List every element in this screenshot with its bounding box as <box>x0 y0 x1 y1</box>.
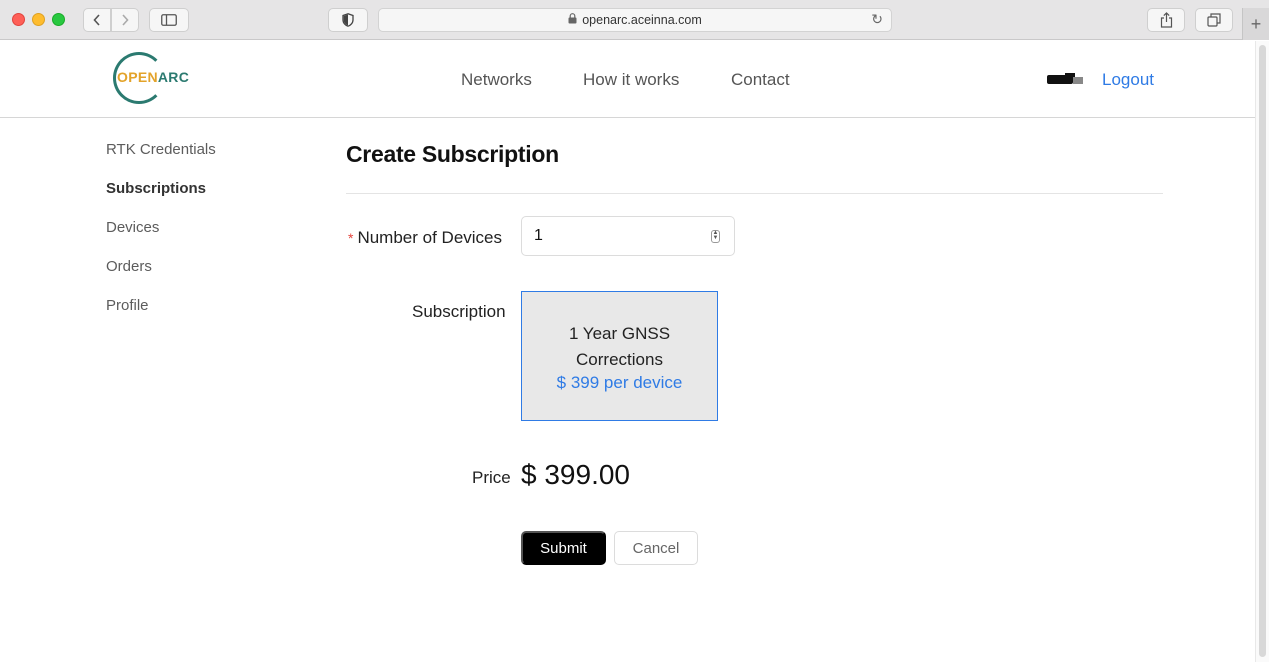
tab-overview-button[interactable] <box>1195 8 1233 32</box>
logo-text: OPENARC <box>117 69 190 85</box>
price-label: Price <box>472 468 511 487</box>
address-bar[interactable]: openarc.aceinna.com ↻ <box>378 8 892 32</box>
new-tab-button[interactable]: + <box>1242 8 1269 40</box>
forward-button[interactable] <box>111 8 139 32</box>
page-scrollbar[interactable] <box>1255 41 1269 662</box>
page-title: Create Subscription <box>346 141 559 167</box>
sidebar-item-devices[interactable]: Devices <box>106 219 159 236</box>
nav-networks[interactable]: Networks <box>461 70 532 90</box>
required-marker: * <box>348 230 354 246</box>
close-window-button[interactable] <box>12 13 25 26</box>
privacy-report-button[interactable] <box>328 8 368 32</box>
share-button[interactable] <box>1147 8 1185 32</box>
divider <box>346 193 1163 194</box>
user-avatar-redacted <box>1047 73 1083 85</box>
cancel-button[interactable]: Cancel <box>614 531 698 565</box>
sidebar-item-subscriptions[interactable]: Subscriptions <box>106 180 206 197</box>
stepper-icon[interactable]: ▲ ▼ <box>711 230 720 243</box>
devices-number-input[interactable]: 1 ▲ ▼ <box>521 216 735 256</box>
browser-toolbar: openarc.aceinna.com ↻ + <box>0 0 1269 40</box>
price-value: $ 399.00 <box>521 459 630 490</box>
sidebar-item-profile[interactable]: Profile <box>106 297 149 314</box>
reload-icon[interactable]: ↻ <box>871 11 883 28</box>
subscription-label: Subscription <box>412 302 506 321</box>
share-icon <box>1160 12 1172 28</box>
logout-link[interactable]: Logout <box>1102 70 1154 90</box>
url-text: openarc.aceinna.com <box>582 13 702 27</box>
scrollbar-thumb[interactable] <box>1259 45 1266 657</box>
minimize-window-button[interactable] <box>32 13 45 26</box>
lock-icon <box>568 13 577 27</box>
devices-value: 1 <box>534 227 543 244</box>
sidebar-item-orders[interactable]: Orders <box>106 258 152 275</box>
sidebar-icon <box>161 14 177 26</box>
site-header: OPENARC Networks How it works Contact Lo… <box>0 41 1255 118</box>
back-button[interactable] <box>83 8 111 32</box>
sidebar-toggle-button[interactable] <box>149 8 189 32</box>
shield-icon <box>342 13 354 27</box>
devices-label: * Number of Devices <box>348 228 503 247</box>
subscription-option-card[interactable]: 1 Year GNSS Corrections $ 399 per device <box>521 291 718 421</box>
tabs-icon <box>1207 13 1221 27</box>
chevron-right-icon <box>122 14 129 26</box>
chevron-left-icon <box>93 14 100 26</box>
zoom-window-button[interactable] <box>52 13 65 26</box>
sidebar-item-rtk-credentials[interactable]: RTK Credentials <box>106 141 216 158</box>
nav-how-it-works[interactable]: How it works <box>583 70 679 90</box>
openarc-logo[interactable]: OPENARC <box>113 52 189 104</box>
plus-icon: + <box>1250 13 1262 34</box>
subscription-option-price: $ 399 per device <box>556 373 683 392</box>
nav-contact[interactable]: Contact <box>731 70 790 90</box>
subscription-option-name: 1 Year GNSS Corrections <box>568 324 671 369</box>
submit-button[interactable]: Submit <box>521 531 606 565</box>
